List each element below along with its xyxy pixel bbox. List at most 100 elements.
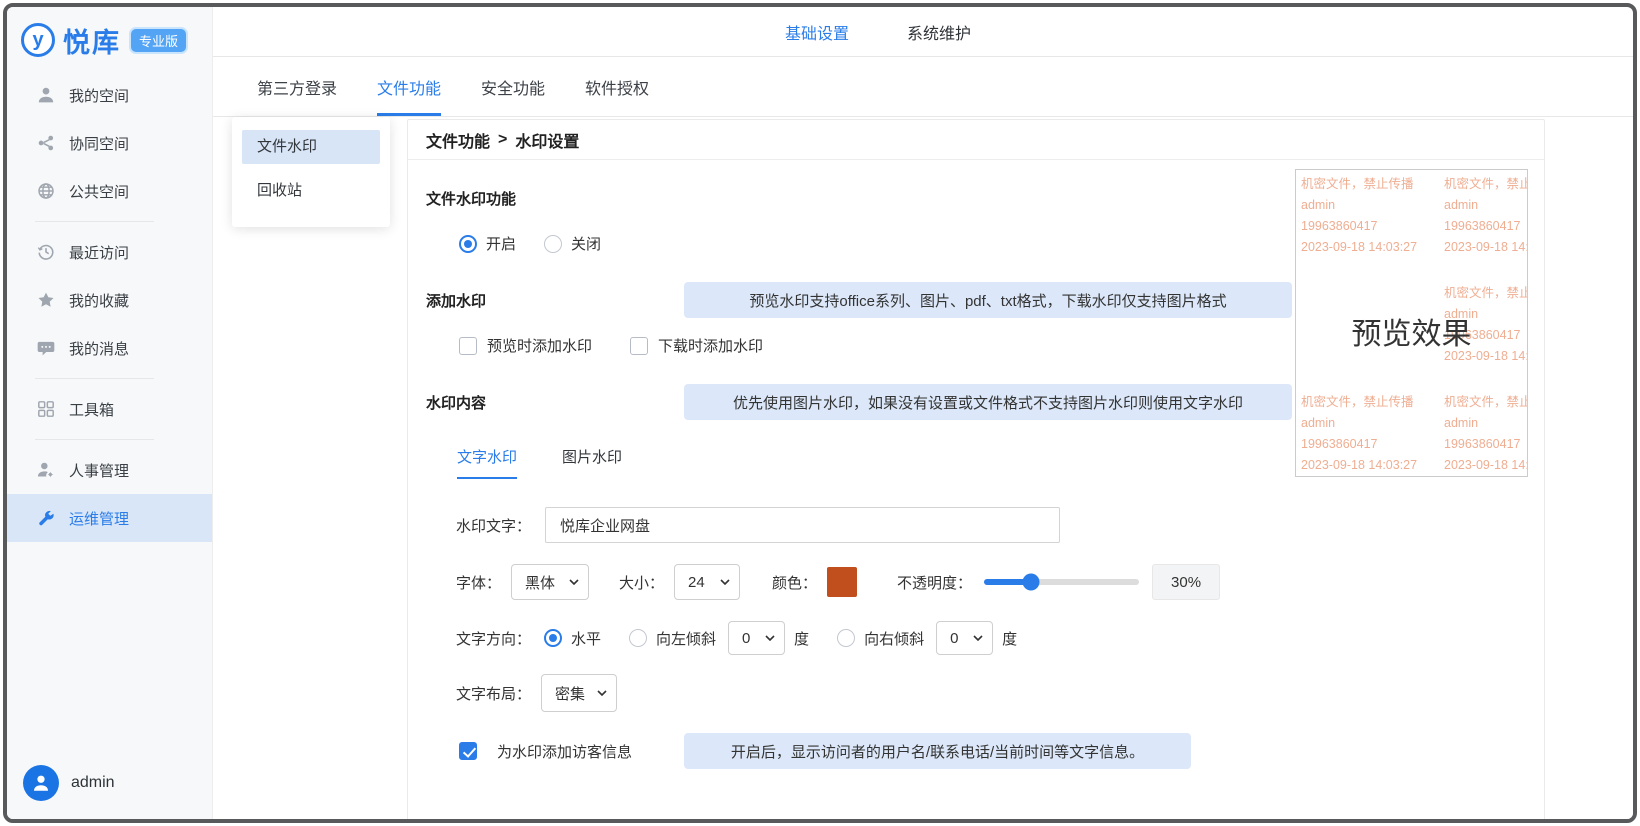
top-nav-basic-settings[interactable]: 基础设置	[785, 20, 849, 44]
sidebar-item-label: 工具箱	[69, 399, 114, 420]
download-watermark-checkbox[interactable]: 下载时添加水印	[630, 335, 763, 356]
sidebar-item-label: 我的消息	[69, 338, 129, 359]
sidebar-item-collab-space[interactable]: 协同空间	[7, 119, 212, 167]
sidebar-item-ops-management[interactable]: 运维管理	[7, 494, 212, 542]
sidebar-item-toolbox[interactable]: 工具箱	[7, 385, 212, 433]
tab-third-party-login[interactable]: 第三方登录	[257, 57, 337, 116]
right-tilt-degree-select[interactable]: 0	[936, 621, 993, 655]
globe-icon	[37, 182, 55, 200]
sidebar-divider	[35, 378, 154, 379]
sidebar-item-label: 公共空间	[69, 181, 129, 202]
sidebar-item-recent[interactable]: 最近访问	[7, 228, 212, 276]
tab-text-watermark[interactable]: 文字水印	[457, 446, 517, 479]
direction-left-tilt-radio[interactable]: 向左倾斜	[629, 628, 716, 649]
content-area: 文件水印 回收站 文件功能 > 水印设置 文件水印功能 开启	[213, 117, 1633, 819]
top-nav-system-maintenance[interactable]: 系统维护	[907, 20, 971, 44]
preview-watermark-checkbox[interactable]: 预览时添加水印	[459, 335, 592, 356]
app-window: y 悦库 专业版 我的空间 协同空间 公共空间	[3, 3, 1637, 823]
size-label: 大小：	[619, 572, 664, 593]
settings-tabs: 第三方登录 文件功能 安全功能 软件授权	[213, 57, 1633, 117]
tab-image-watermark[interactable]: 图片水印	[562, 446, 622, 479]
radio-unchecked-icon	[544, 235, 562, 253]
text-layout-row: 文字布局： 密集	[456, 674, 1544, 712]
message-bubble-icon	[37, 339, 55, 357]
breadcrumb-page: 水印设置	[515, 128, 579, 152]
chevron-down-icon	[569, 579, 579, 585]
direction-right-tilt-radio[interactable]: 向右倾斜	[837, 628, 924, 649]
user-gear-icon	[37, 461, 55, 479]
size-select[interactable]: 24	[674, 564, 740, 600]
radio-checked-icon	[459, 235, 477, 253]
breadcrumb: 文件功能 > 水印设置	[408, 120, 1544, 160]
sidebar-item-label: 运维管理	[69, 508, 129, 529]
user-icon	[37, 86, 55, 104]
grid-icon	[37, 400, 55, 418]
share-network-icon	[37, 134, 55, 152]
font-select[interactable]: 黑体	[511, 564, 589, 600]
degree-unit: 度	[1002, 628, 1017, 649]
color-swatch[interactable]	[827, 567, 857, 597]
watermark-text-row: 水印文字：	[456, 507, 1544, 543]
brand-logo-icon: y	[21, 23, 55, 57]
direction-horizontal-radio[interactable]: 水平	[544, 628, 601, 649]
checkbox-checked-icon	[459, 742, 477, 760]
main-area: 基础设置 系统维护 第三方登录 文件功能 安全功能 软件授权 文件水印 回收站 …	[213, 7, 1633, 819]
chevron-down-icon	[720, 579, 730, 585]
visitor-info-banner: 开启后，显示访问者的用户名/联系电话/当前时间等文字信息。	[684, 733, 1191, 769]
checkbox-unchecked-icon	[459, 337, 477, 355]
watermark-preview: 机密文件，禁止传播admin199638604172023-09-18 14:0…	[1295, 169, 1528, 477]
sidebar-item-my-space[interactable]: 我的空间	[7, 71, 212, 119]
sidebar-item-public-space[interactable]: 公共空间	[7, 167, 212, 215]
sidebar-item-favorites[interactable]: 我的收藏	[7, 276, 212, 324]
brand-name: 悦库	[63, 21, 121, 60]
watermark-text-label: 水印文字：	[456, 515, 531, 536]
sidebar-item-label: 人事管理	[69, 460, 129, 481]
color-label: 颜色：	[772, 572, 817, 593]
visitor-info-checkbox[interactable]: 为水印添加访客信息	[459, 741, 632, 762]
radio-checked-icon	[544, 629, 562, 647]
left-tilt-degree-select[interactable]: 0	[728, 621, 785, 655]
watermark-text-input[interactable]	[545, 507, 1060, 543]
tab-file-features[interactable]: 文件功能	[377, 57, 441, 116]
layout-label: 文字布局：	[456, 683, 531, 704]
breadcrumb-section[interactable]: 文件功能	[426, 128, 490, 152]
breadcrumb-separator: >	[498, 131, 507, 149]
avatar	[23, 765, 59, 801]
add-watermark-banner: 预览水印支持office系列、图片、pdf、txt格式，下载水印仅支持图片格式	[684, 282, 1292, 318]
sidebar-item-label: 协同空间	[69, 133, 129, 154]
subnav: 文件水印 回收站	[232, 117, 390, 227]
watermark-style-row: 字体： 黑体 大小： 24 颜色： 不透明度：	[456, 564, 1544, 600]
preview-title: 预览效果	[1352, 309, 1472, 353]
feature-off-radio[interactable]: 关闭	[544, 233, 601, 254]
watermark-content-label: 水印内容	[426, 392, 486, 413]
opacity-value: 30%	[1152, 564, 1220, 600]
sidebar-item-messages[interactable]: 我的消息	[7, 324, 212, 372]
chevron-down-icon	[765, 635, 775, 641]
watermark-content-banner: 优先使用图片水印，如果没有设置或文件格式不支持图片水印则使用文字水印	[684, 384, 1292, 420]
opacity-slider[interactable]	[984, 574, 1139, 590]
direction-label: 文字方向：	[456, 628, 531, 649]
history-clock-icon	[37, 243, 55, 261]
sidebar-divider	[35, 439, 154, 440]
layout-select[interactable]: 密集	[541, 674, 617, 712]
user-name: admin	[71, 774, 115, 792]
top-nav: 基础设置 系统维护	[213, 7, 1633, 57]
opacity-slider-thumb[interactable]	[1022, 574, 1039, 591]
opacity-label: 不透明度：	[897, 572, 972, 593]
visitor-info-row: 为水印添加访客信息 开启后，显示访问者的用户名/联系电话/当前时间等文字信息。	[459, 733, 1544, 769]
subnav-item-recycle-bin[interactable]: 回收站	[242, 174, 380, 208]
tab-software-license[interactable]: 软件授权	[585, 57, 649, 116]
sidebar-menu: 我的空间 协同空间 公共空间 最近访问	[7, 71, 212, 542]
tab-security-features[interactable]: 安全功能	[481, 57, 545, 116]
user-profile[interactable]: admin	[7, 751, 212, 819]
wrench-icon	[37, 509, 55, 527]
feature-on-radio[interactable]: 开启	[459, 233, 516, 254]
font-label: 字体：	[456, 572, 501, 593]
add-watermark-label: 添加水印	[426, 290, 486, 311]
sidebar-divider	[35, 221, 154, 222]
sidebar-item-hr-management[interactable]: 人事管理	[7, 446, 212, 494]
chevron-down-icon	[973, 635, 983, 641]
subnav-item-file-watermark[interactable]: 文件水印	[242, 130, 380, 164]
sidebar-item-label: 我的收藏	[69, 290, 129, 311]
chevron-down-icon	[597, 690, 607, 696]
